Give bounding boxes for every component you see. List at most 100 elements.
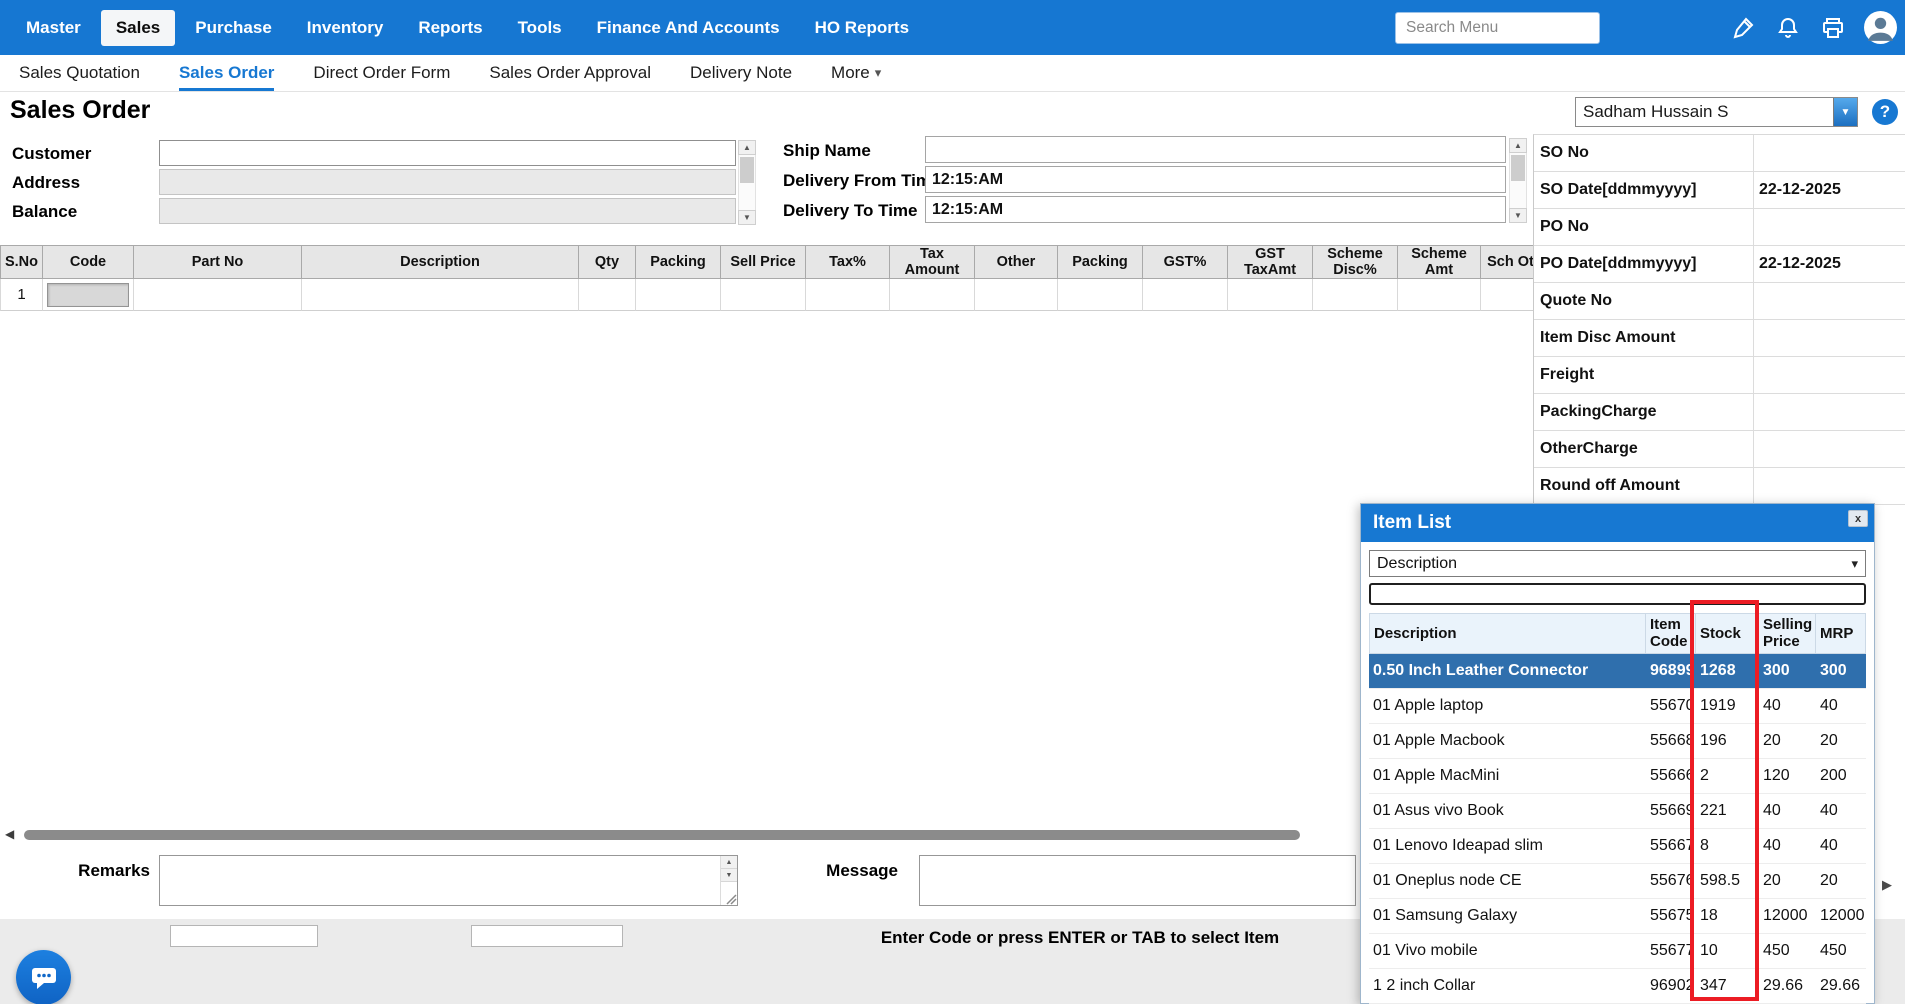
grid-column-packing: Packing xyxy=(636,245,721,279)
total-weight-input[interactable] xyxy=(471,925,623,947)
item-cell: 01 Apple MacMini xyxy=(1373,766,1500,784)
side-panel-row-freight: Freight xyxy=(1534,357,1905,394)
item-row-01-apple-laptop[interactable]: 01 Apple laptop 55670 1919 40 40 xyxy=(1369,688,1866,724)
nav-item-purchase[interactable]: Purchase xyxy=(180,10,287,46)
scrollbar-thumb[interactable] xyxy=(740,157,754,183)
field-value[interactable] xyxy=(1754,431,1905,467)
scroll-right-icon[interactable]: ▶ xyxy=(1882,877,1892,893)
grid-cell xyxy=(1313,279,1398,311)
scrollbar-track[interactable] xyxy=(738,155,756,210)
help-icon[interactable]: ? xyxy=(1872,99,1898,125)
customer-panel-scrollbar[interactable]: ▲ ▼ xyxy=(738,140,756,225)
tab-sales-order-approval[interactable]: Sales Order Approval xyxy=(489,55,651,91)
search-by-select[interactable]: Description ▾ xyxy=(1369,550,1866,577)
total-qty-input[interactable] xyxy=(170,925,318,947)
customer-input[interactable] xyxy=(159,140,736,166)
tab-label: Sales Order Approval xyxy=(489,63,651,82)
search-menu-input[interactable] xyxy=(1395,11,1600,44)
field-value[interactable] xyxy=(1754,283,1905,319)
field-value[interactable] xyxy=(1754,468,1905,504)
item-code-input[interactable] xyxy=(47,282,129,307)
item-table: Description Item Code Stock Selling Price MR… xyxy=(1369,613,1866,1004)
item-row-01-oneplus-node-ce[interactable]: 01 Oneplus node CE 55676 598.5 20 20 xyxy=(1369,863,1866,899)
item-cell: 01 Apple laptop xyxy=(1373,696,1484,714)
tab-direct-order-form[interactable]: Direct Order Form xyxy=(313,55,450,91)
side-panel-row-quote-no: Quote No xyxy=(1534,283,1905,320)
scroll-up-icon[interactable]: ▲ xyxy=(738,140,756,155)
nav-item-finance-and-accounts[interactable]: Finance And Accounts xyxy=(582,10,795,46)
salesman-select[interactable]: Sadham Hussain S ▼ xyxy=(1575,97,1858,127)
scrollbar-track[interactable] xyxy=(1509,153,1527,208)
remarks-textarea[interactable]: ▲ ▼ xyxy=(159,855,738,906)
field-label: Item Disc Amount xyxy=(1534,320,1754,356)
notifications-bell-icon[interactable] xyxy=(1774,14,1802,42)
item-row-01-lenovo-ideapad-slim[interactable]: 01 Lenovo Ideapad slim 55667 8 40 40 xyxy=(1369,828,1866,864)
item-row-01-asus-vivo-book[interactable]: 01 Asus vivo Book 55669 221 40 40 xyxy=(1369,793,1866,829)
combo-dropdown-button[interactable]: ▼ xyxy=(1833,98,1857,126)
close-icon[interactable]: x xyxy=(1848,510,1868,527)
item-cell: 1 2 inch Collar xyxy=(1373,976,1476,994)
scrollbar-thumb[interactable] xyxy=(1511,155,1525,181)
remarks-scrollbar[interactable]: ▲ ▼ xyxy=(720,856,737,905)
nav-item-sales[interactable]: Sales xyxy=(100,9,176,46)
item-list-popup-header[interactable]: Item List x xyxy=(1361,504,1874,542)
items-grid-row: 1 xyxy=(0,279,1541,311)
scroll-up-icon[interactable]: ▲ xyxy=(1509,138,1527,153)
nav-item-ho-reports[interactable]: HO Reports xyxy=(800,10,924,46)
scroll-down-icon[interactable]: ▼ xyxy=(1509,208,1527,223)
scroll-up-icon[interactable]: ▲ xyxy=(721,856,737,869)
field-value[interactable] xyxy=(1754,320,1905,356)
tab-delivery-note[interactable]: Delivery Note xyxy=(690,55,792,91)
nav-item-reports[interactable]: Reports xyxy=(403,10,497,46)
field-value[interactable] xyxy=(1754,394,1905,430)
grid-column-scheme-amt: Scheme Amt xyxy=(1398,245,1481,279)
delivery-to-time-input[interactable] xyxy=(925,196,1506,223)
item-row-01-apple-macmini[interactable]: 01 Apple MacMini 55666 2 120 200 xyxy=(1369,758,1866,794)
grid-column-part-no: Part No xyxy=(134,245,302,279)
item-row-01-apple-macbook[interactable]: 01 Apple Macbook 55668 196 20 20 xyxy=(1369,723,1866,759)
scroll-left-icon[interactable]: ◀ xyxy=(5,827,14,841)
ship-name-input[interactable] xyxy=(925,136,1506,163)
field-value[interactable] xyxy=(1754,357,1905,393)
item-row-01-vivo-mobile[interactable]: 01 Vivo mobile 55677 10 450 450 xyxy=(1369,933,1866,969)
horizontal-scrollbar-thumb[interactable] xyxy=(24,830,1300,840)
resize-grip-icon[interactable] xyxy=(724,892,737,905)
tab-more[interactable]: More ▾ xyxy=(831,55,881,91)
item-search-input[interactable] xyxy=(1369,583,1866,605)
nav-item-master[interactable]: Master xyxy=(11,10,96,46)
scroll-down-icon[interactable]: ▼ xyxy=(721,869,737,882)
balance-input[interactable] xyxy=(159,198,736,224)
grid-column-description: Description xyxy=(302,245,579,279)
grid-cell xyxy=(1058,279,1143,311)
printer-icon[interactable] xyxy=(1819,14,1847,42)
item-cell: 55675 xyxy=(1650,906,1695,924)
tab-label: More xyxy=(831,63,870,82)
item-column-description: Description xyxy=(1369,613,1646,654)
field-value[interactable] xyxy=(1754,209,1905,245)
item-row-0-50-inch-leather-connector[interactable]: 0.50 Inch Leather Connector 96899 1268 300 3… xyxy=(1369,653,1866,689)
scroll-down-icon[interactable]: ▼ xyxy=(738,210,756,225)
field-value[interactable] xyxy=(1754,135,1905,171)
message-input[interactable] xyxy=(919,855,1356,906)
tab-sales-order[interactable]: Sales Order xyxy=(179,55,274,91)
ship-panel-scrollbar[interactable]: ▲ ▼ xyxy=(1509,138,1527,223)
tab-sales-quotation[interactable]: Sales Quotation xyxy=(19,55,140,91)
item-row-01-samsung-galaxy[interactable]: 01 Samsung Galaxy 55675 18 12000 12000 xyxy=(1369,898,1866,934)
field-value[interactable]: 22-12-2025 xyxy=(1754,246,1905,282)
pen-icon[interactable] xyxy=(1729,14,1757,42)
item-column-item-code: Item Code xyxy=(1646,613,1696,654)
nav-item-tools[interactable]: Tools xyxy=(503,10,577,46)
nav-item-inventory[interactable]: Inventory xyxy=(292,10,399,46)
field-value[interactable]: 22-12-2025 xyxy=(1754,172,1905,208)
grid-column-scheme-disc: Scheme Disc% xyxy=(1313,245,1398,279)
search-by-selected-value: Description xyxy=(1377,554,1458,572)
item-cell: 55670 xyxy=(1650,696,1695,714)
remarks-text[interactable] xyxy=(160,856,720,905)
side-panel-row-packingcharge: PackingCharge xyxy=(1534,394,1905,431)
address-input[interactable] xyxy=(159,169,736,195)
chat-widget-button[interactable] xyxy=(16,950,71,1004)
item-cell: 55669 xyxy=(1650,801,1695,819)
user-avatar[interactable] xyxy=(1864,11,1897,44)
delivery-from-time-input[interactable] xyxy=(925,166,1506,193)
item-row-1-2-inch-collar[interactable]: 1 2 inch Collar 96902 347 29.66 29.66 xyxy=(1369,968,1866,1004)
